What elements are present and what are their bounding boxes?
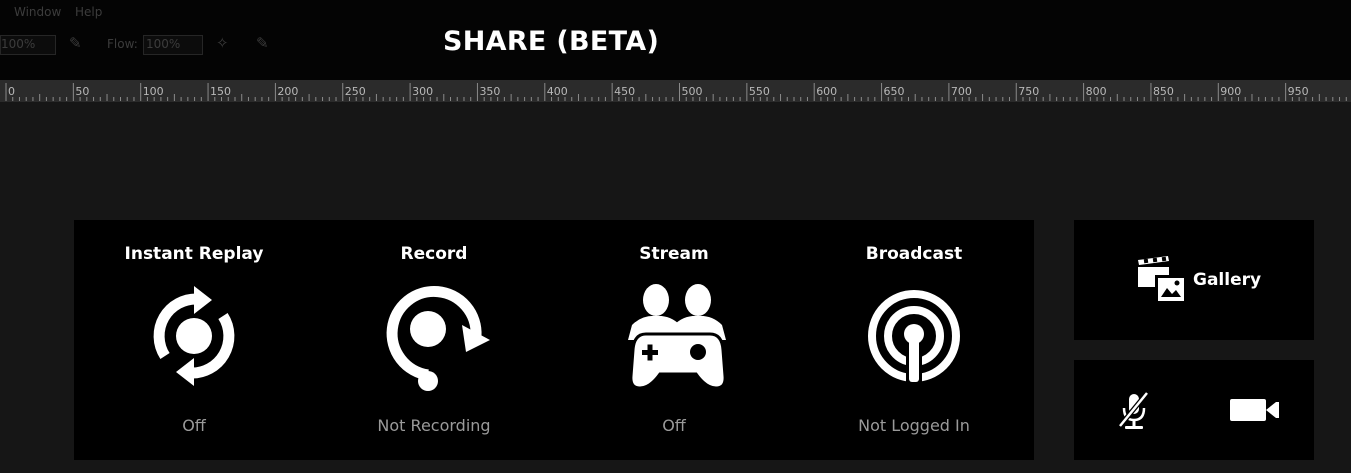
- stream-title: Stream: [639, 244, 709, 264]
- instant-replay-icon: [153, 286, 235, 386]
- stream-icon: [628, 284, 727, 390]
- ruler-label: 650: [884, 85, 905, 98]
- broadcast-status: Not Logged In: [858, 416, 970, 435]
- ruler-label: 400: [547, 85, 568, 98]
- background-flow-value: 100%: [146, 37, 181, 51]
- instant-replay-status: Off: [182, 416, 206, 435]
- microphone-muted-icon[interactable]: [1116, 390, 1152, 432]
- background-airbrush-icon: ✧: [216, 34, 229, 52]
- ruler-label: 350: [479, 85, 500, 98]
- broadcast-icon: [868, 290, 960, 382]
- ruler-label: 100: [143, 85, 164, 98]
- background-menu-help: Help: [75, 5, 103, 19]
- stream-status: Off: [662, 416, 686, 435]
- background-pressure-icon: ✎: [256, 34, 269, 52]
- ruler-label: 50: [75, 85, 89, 98]
- instant-replay-button[interactable]: Instant Replay Off: [74, 220, 314, 460]
- ruler-label: 700: [951, 85, 972, 98]
- background-flow-label: Flow:: [107, 37, 138, 51]
- record-icon: [386, 285, 490, 391]
- gallery-icon: [1138, 256, 1185, 302]
- background-zoom-select: 100%: [0, 35, 56, 55]
- overlay-title: SHARE (BETA): [443, 26, 660, 57]
- ruler-label: 450: [614, 85, 635, 98]
- record-title: Record: [400, 244, 468, 264]
- ruler-label: 950: [1288, 85, 1309, 98]
- ruler-label: 750: [1018, 85, 1039, 98]
- broadcast-title: Broadcast: [865, 244, 963, 264]
- ruler-label: 0: [8, 85, 15, 98]
- gallery-panel: Gallery: [1074, 220, 1314, 340]
- ruler-label: 550: [749, 85, 770, 98]
- background-brush-icon: ✎: [69, 34, 82, 52]
- ruler-label: 600: [816, 85, 837, 98]
- ruler-label: 250: [345, 85, 366, 98]
- gallery-button[interactable]: Gallery: [1074, 220, 1314, 340]
- background-zoom-value: 100%: [1, 37, 36, 51]
- background-flow-select: 100%: [143, 35, 203, 55]
- instant-replay-title: Instant Replay: [124, 244, 264, 264]
- gallery-label: Gallery: [1193, 270, 1262, 290]
- ruler-label: 200: [277, 85, 298, 98]
- stream-button[interactable]: Stream Off: [554, 220, 794, 460]
- record-status: Not Recording: [377, 416, 491, 435]
- ruler-label: 500: [682, 85, 703, 98]
- share-features-panel: Instant Replay Off Record Not Recording …: [74, 220, 1034, 460]
- ruler-label: 850: [1153, 85, 1174, 98]
- record-button[interactable]: Record Not Recording: [314, 220, 554, 460]
- ruler-label: 150: [210, 85, 231, 98]
- ruler-label: 800: [1086, 85, 1107, 98]
- background-menu-window: Window: [14, 5, 62, 19]
- audio-video-panel: [1074, 360, 1314, 460]
- ruler: 0 50 100 150 200 250 300 350 400 450 500 550 600 650 7…: [0, 80, 1351, 102]
- ruler-label: 900: [1220, 85, 1241, 98]
- ruler-label: 300: [412, 85, 433, 98]
- camera-icon[interactable]: [1228, 396, 1280, 424]
- title-bar: Window Help 100% ✎ Flow: 100% ✧ ✎ SHARE …: [0, 0, 1351, 80]
- broadcast-button[interactable]: Broadcast Not Logged In: [794, 220, 1034, 460]
